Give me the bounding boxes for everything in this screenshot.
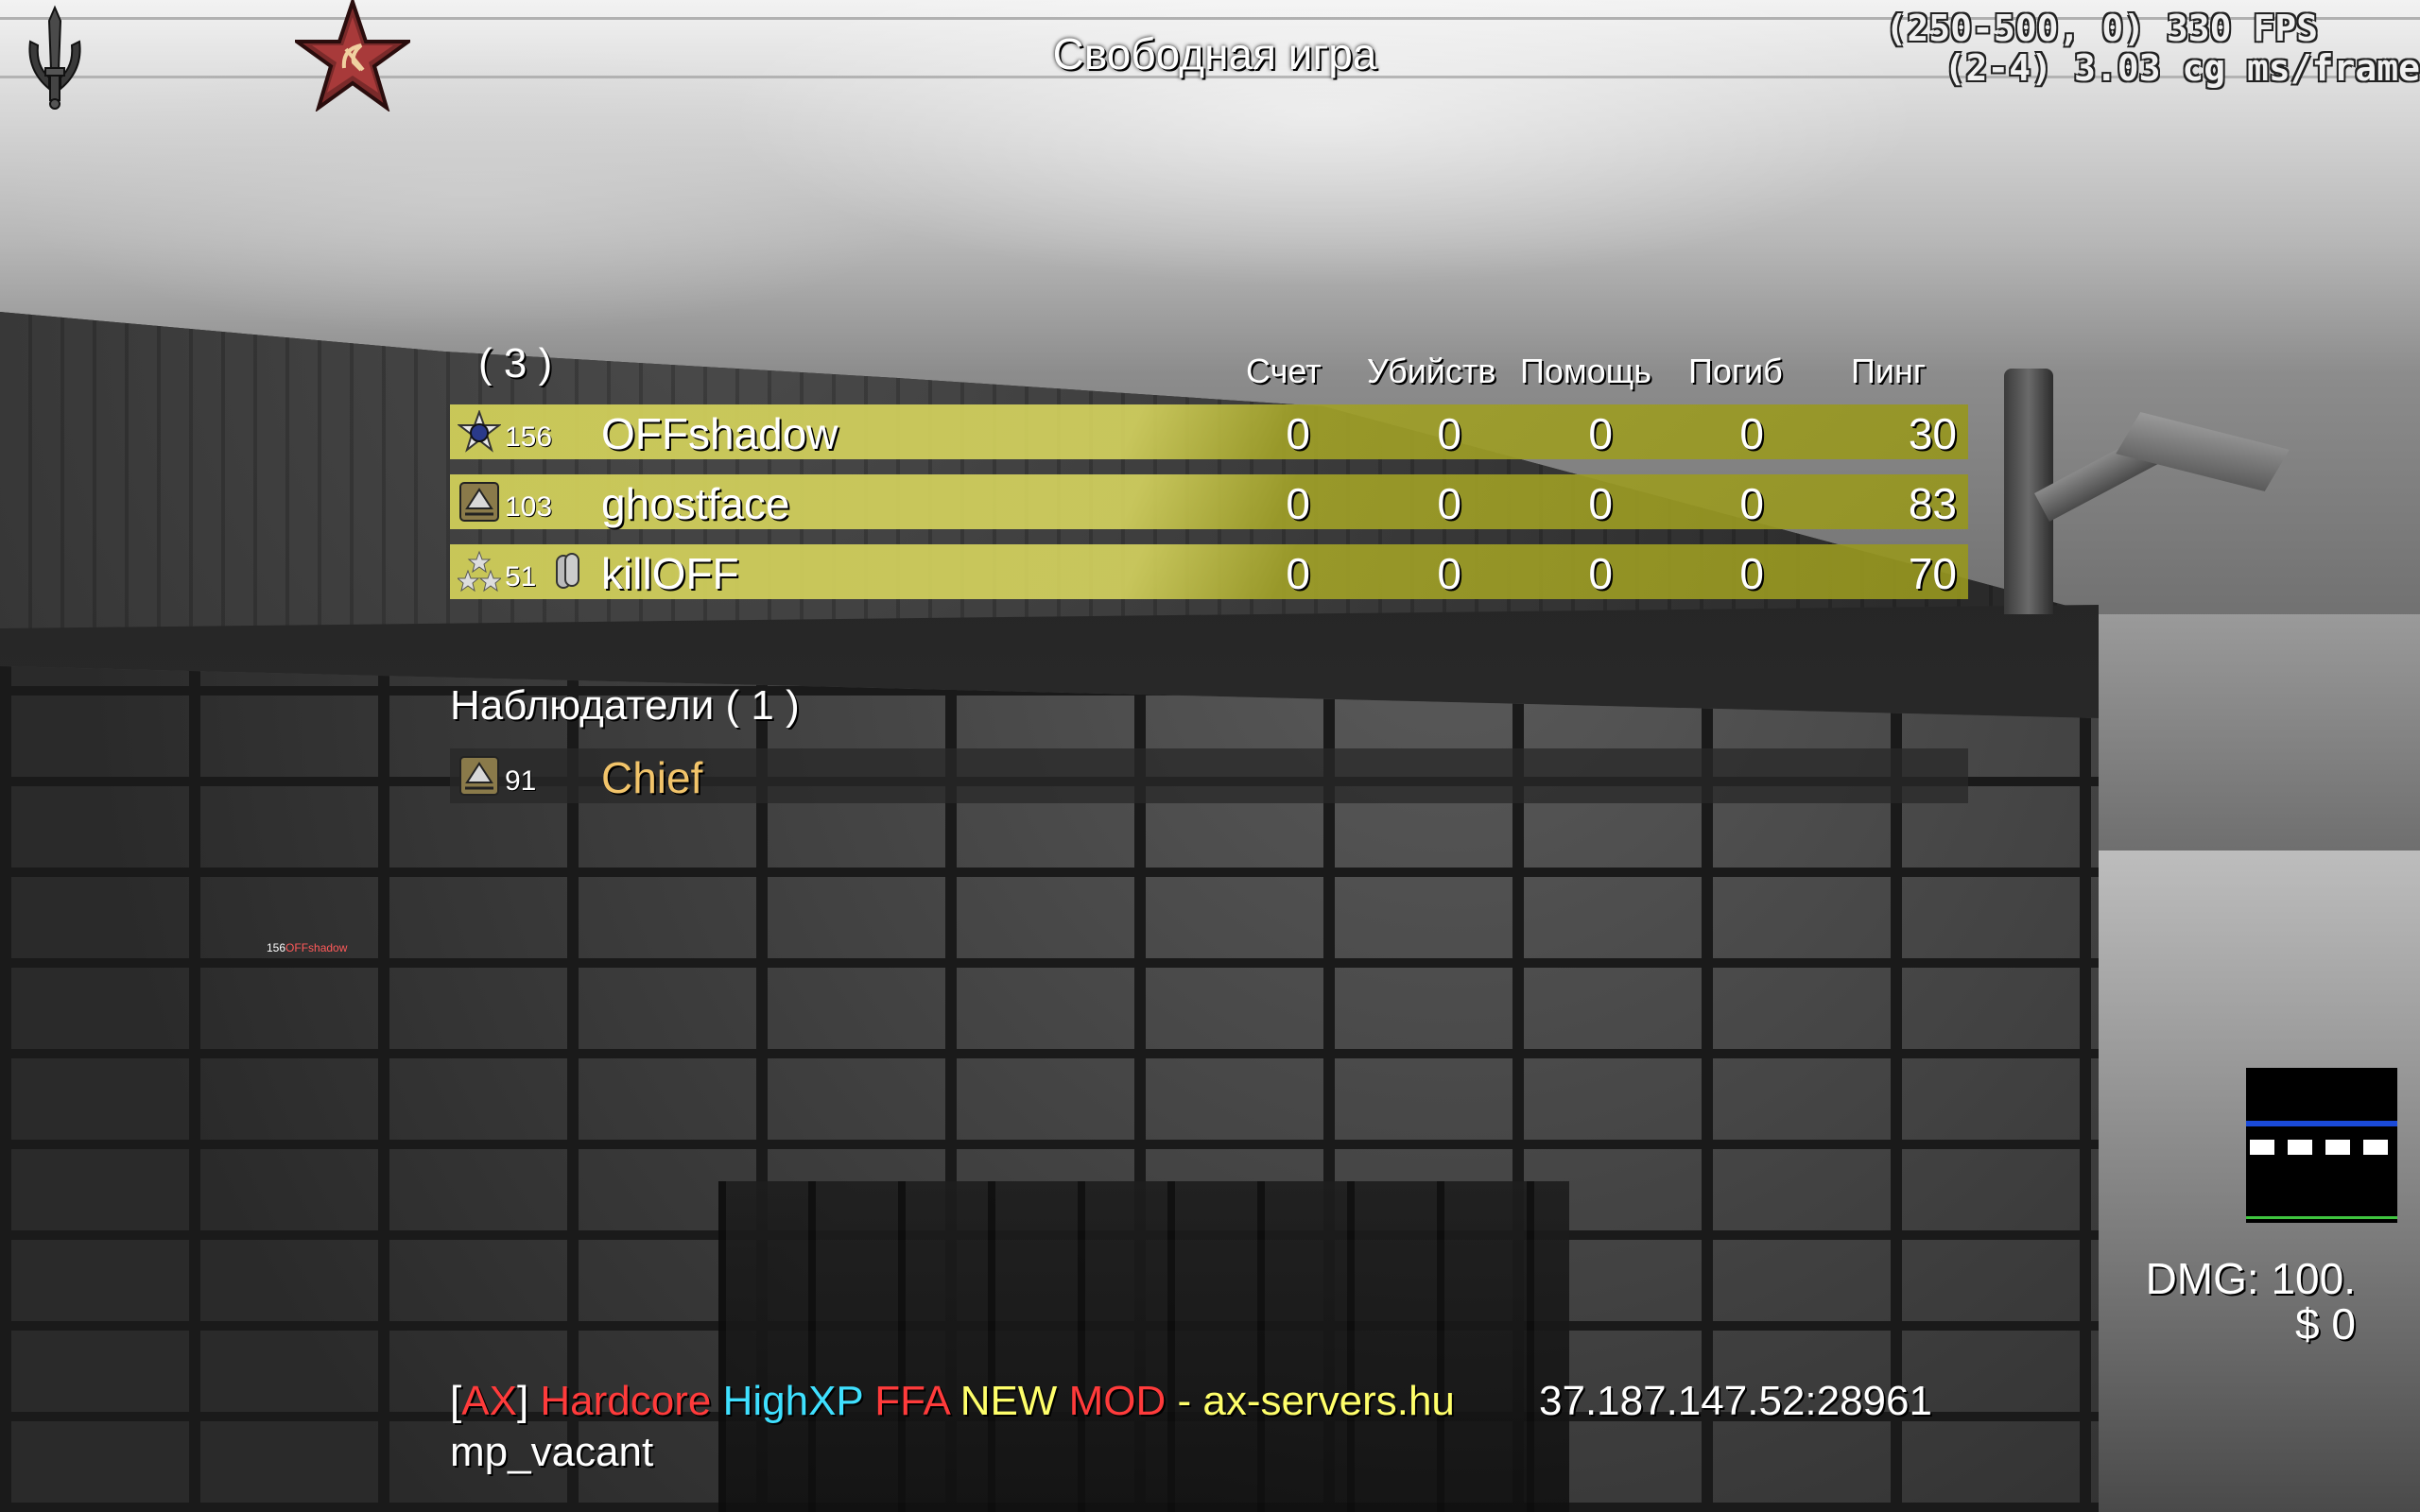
header-assists: Помощь xyxy=(1520,352,1652,390)
server-name-part: NEW xyxy=(959,1378,1069,1424)
player-deaths: 0 xyxy=(1739,549,1764,598)
spectators-header: Наблюдатели ( 1 ) xyxy=(450,682,800,729)
spectator-rank: 91 xyxy=(505,765,537,797)
radar-marker xyxy=(2363,1140,2388,1155)
radar-line xyxy=(2246,1121,2397,1126)
player-kills: 0 xyxy=(1437,409,1461,458)
radar-baseline xyxy=(2246,1216,2397,1219)
radar-marker xyxy=(2250,1140,2274,1155)
spectator-name: Chief xyxy=(601,753,703,802)
overhead-rank: 156 xyxy=(267,941,286,954)
server-name-part: HighXP xyxy=(722,1378,875,1424)
damage-readout: DMG: 100. xyxy=(2145,1254,2356,1303)
fps-counter: (250-500, 0) 330 FPS xyxy=(1885,8,2318,49)
map-name: mp_vacant xyxy=(450,1429,654,1475)
server-name-part: - xyxy=(1177,1378,1203,1424)
player-row[interactable]: 103 ghostface 0 0 0 0 83 xyxy=(450,474,1968,529)
server-address: 37.187.147.52:28961 xyxy=(1539,1378,1932,1424)
dagger-emblem-icon xyxy=(28,5,81,110)
barred-window xyxy=(718,1181,1569,1512)
rank-emblem-icon xyxy=(459,756,499,796)
player-score: 0 xyxy=(1286,549,1310,598)
radar-marker xyxy=(2325,1140,2350,1155)
header-score: Счет xyxy=(1246,352,1322,390)
player-rank: 156 xyxy=(505,421,553,453)
player-deaths: 0 xyxy=(1739,409,1764,458)
rank-emblem-icon xyxy=(459,482,499,522)
player-rank: 103 xyxy=(505,491,553,523)
radar-marker xyxy=(2288,1140,2312,1155)
dogtag-icon xyxy=(556,553,579,589)
player-assists: 0 xyxy=(1588,549,1613,598)
player-ping: 30 xyxy=(1908,409,1957,458)
gametype-title: Свободная игра xyxy=(1052,29,1377,78)
player-assists: 0 xyxy=(1588,479,1613,528)
overhead-name: OFFshadow xyxy=(285,941,348,954)
server-name-part: [ xyxy=(450,1378,462,1424)
server-name-part: Hardcore xyxy=(540,1378,723,1424)
player-kills: 0 xyxy=(1437,479,1461,528)
player-row[interactable]: 156 OFFshadow 0 0 0 0 30 xyxy=(450,404,1968,459)
server-name-part: MOD xyxy=(1068,1378,1178,1424)
player-ping: 70 xyxy=(1908,549,1957,598)
player-row[interactable]: 51 killOFF 0 0 0 0 70 xyxy=(450,544,1968,599)
player-name: OFFshadow xyxy=(601,409,838,458)
player-score: 0 xyxy=(1286,479,1310,528)
server-name: [AX] Hardcore HighXP FFA NEW MOD - ax-se… xyxy=(450,1378,1455,1425)
frametime-counter: (2-4) 3.03 cg ms/frame xyxy=(1944,47,2420,89)
server-name-part: AX xyxy=(461,1378,517,1424)
player-ping: 83 xyxy=(1908,479,1957,528)
player-score: 0 xyxy=(1286,409,1310,458)
money-readout: $ 0 xyxy=(2295,1299,2356,1349)
minimap-radar xyxy=(2246,1068,2397,1223)
rank-emblem-icon xyxy=(458,410,501,453)
server-name-part: ax-servers.hu xyxy=(1202,1378,1455,1424)
server-name-part: ] xyxy=(516,1378,541,1424)
player-assists: 0 xyxy=(1588,409,1613,458)
player-name: ghostface xyxy=(601,479,790,528)
player-count: ( 3 ) xyxy=(478,340,553,387)
header-deaths: Погиб xyxy=(1688,352,1783,390)
player-deaths: 0 xyxy=(1739,479,1764,528)
distant-buildings xyxy=(2099,614,2420,860)
rank-stars-icon xyxy=(458,550,501,593)
header-ping: Пинг xyxy=(1851,352,1926,390)
spectator-row[interactable]: 91 Chief xyxy=(450,748,1968,803)
player-kills: 0 xyxy=(1437,549,1461,598)
player-rank: 51 xyxy=(505,561,537,593)
server-name-part: FFA xyxy=(874,1378,960,1424)
overhead-player-tag: 156OFFshadow xyxy=(267,941,347,954)
header-kills: Убийств xyxy=(1367,352,1496,390)
player-name: killOFF xyxy=(601,549,739,598)
red-star-hammer-sickle-icon xyxy=(295,0,410,112)
